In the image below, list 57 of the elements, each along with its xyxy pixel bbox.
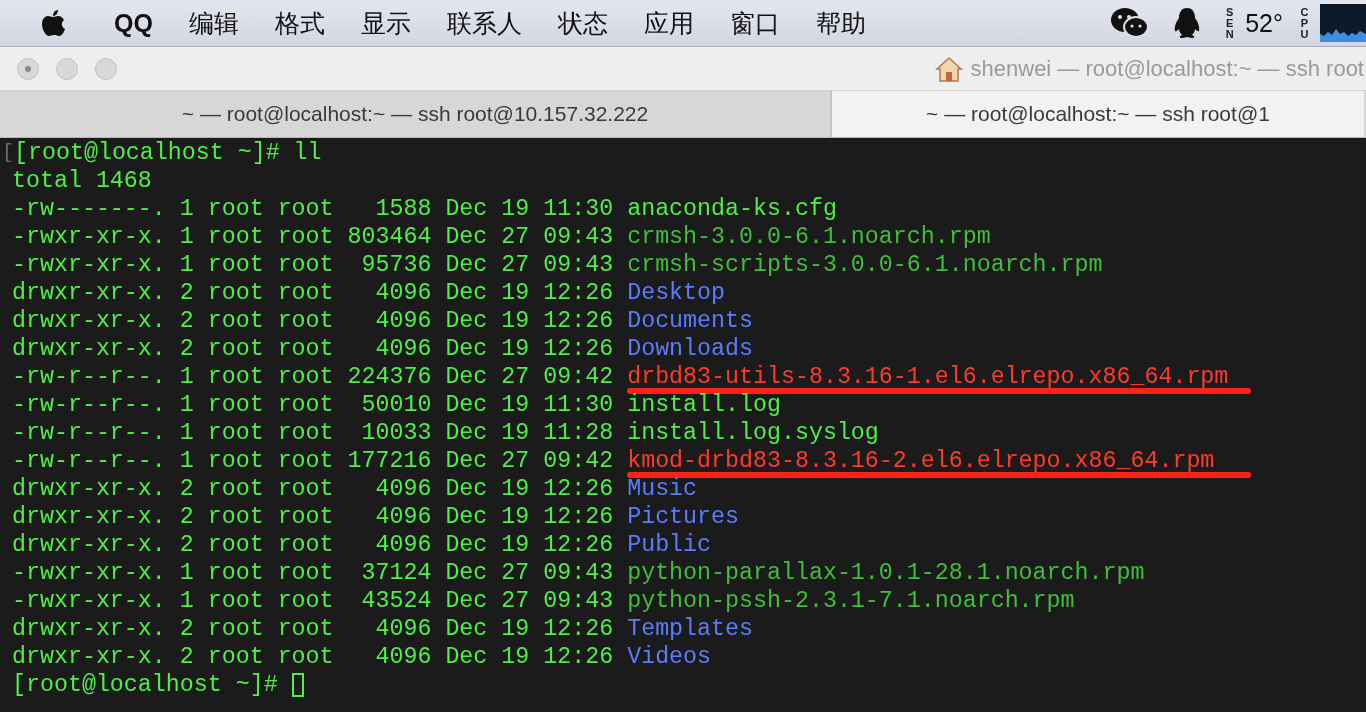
file-name: drbd83-utils-8.3.16-1.el6.elrepo.x86_64.rpm — [627, 363, 1229, 391]
menu-item[interactable]: 显示 — [360, 6, 411, 40]
cursor — [291, 673, 304, 697]
window-title: shenwei — root@localhost:~ — ssh root — [970, 55, 1364, 82]
file-details: drwxr-xr-x. 2 root root 4096 Dec 19 12:26 — [12, 279, 614, 307]
file-details: -rwxr-xr-x. 1 root root 803464 Dec 27 09:43 — [12, 223, 614, 251]
file-details: -rw-r--r--. 1 root root 224376 Dec 27 09:42 — [12, 363, 614, 391]
file-name: Desktop — [627, 279, 726, 307]
file-name: Documents — [627, 307, 753, 335]
cpu-label: CPU — [1299, 6, 1310, 40]
temperature-reading[interactable]: 52° — [1245, 8, 1283, 38]
app-menu[interactable]: QQ — [114, 8, 153, 38]
file-details: drwxr-xr-x. 2 root root 4096 Dec 19 12:26 — [12, 335, 614, 363]
menu-item[interactable]: 格式 — [274, 6, 325, 40]
file-details: -rwxr-xr-x. 1 root root 37124 Dec 27 09:43 — [12, 559, 614, 587]
file-name: Pictures — [627, 503, 739, 531]
file-details: drwxr-xr-x. 2 root root 4096 Dec 19 12:26 — [12, 475, 614, 503]
file-details: drwxr-xr-x. 2 root root 4096 Dec 19 12:26 — [12, 503, 614, 531]
prompt: [root@localhost ~]# — [12, 671, 278, 699]
file-details: -rw-r--r--. 1 root root 50010 Dec 19 11:30 — [12, 391, 614, 419]
file-details: drwxr-xr-x. 2 root root 4096 Dec 19 12:26 — [12, 531, 614, 559]
file-details: -rwxr-xr-x. 1 root root 95736 Dec 27 09:43 — [12, 251, 614, 279]
total-line: total 1468 — [12, 167, 152, 195]
file-name: python-pssh-2.3.1-7.1.noarch.rpm — [627, 587, 1075, 615]
file-name: install.log.syslog — [627, 419, 879, 447]
sensor-label: SEN — [1224, 6, 1235, 40]
close-button[interactable] — [17, 57, 39, 80]
file-details: drwxr-xr-x. 2 root root 4096 Dec 19 12:26 — [12, 615, 614, 643]
file-name: Videos — [627, 643, 712, 671]
file-name: Public — [627, 531, 712, 559]
file-name: Downloads — [627, 335, 753, 363]
file-name: crmsh-3.0.0-6.1.noarch.rpm — [627, 223, 991, 251]
file-name: python-parallax-1.0.1-28.1.noarch.rpm — [627, 559, 1145, 587]
file-details: -rw-------. 1 root root 1588 Dec 19 11:30 — [12, 195, 614, 223]
file-name: Music — [627, 475, 698, 503]
menu-item[interactable]: 窗口 — [729, 6, 780, 40]
home-icon — [934, 55, 963, 82]
file-details: -rwxr-xr-x. 1 root root 43524 Dec 27 09:43 — [12, 587, 614, 615]
file-name: kmod-drbd83-8.3.16-2.el6.elrepo.x86_64.rpm — [627, 447, 1215, 475]
command-line: [root@localhost ~]# ll — [14, 139, 322, 167]
menu-item[interactable]: 状态 — [557, 6, 608, 40]
file-name: install.log — [627, 391, 781, 419]
file-details: -rw-r--r--. 1 root root 10033 Dec 19 11:28 — [12, 419, 614, 447]
file-details: drwxr-xr-x. 2 root root 4096 Dec 19 12:26 — [12, 643, 614, 671]
menu-item[interactable]: 应用 — [643, 6, 694, 40]
menu-item[interactable]: 帮助 — [815, 6, 866, 40]
prompt-marker: [ — [2, 140, 14, 166]
file-details: -rw-r--r--. 1 root root 177216 Dec 27 09:42 — [12, 447, 614, 475]
menu-item[interactable]: 联系人 — [446, 6, 522, 40]
file-name: Templates — [627, 615, 753, 643]
terminal-tab[interactable]: ~ — root@localhost:~ — ssh root@1 — [830, 91, 1364, 137]
menu-item[interactable]: 编辑 — [188, 6, 239, 40]
file-name: anaconda-ks.cfg — [627, 195, 837, 223]
apple-icon[interactable] — [40, 8, 66, 38]
file-details: drwxr-xr-x. 2 root root 4096 Dec 19 12:26 — [12, 307, 614, 335]
cpu-graph-icon[interactable] — [1320, 4, 1366, 42]
file-name: crmsh-scripts-3.0.0-6.1.noarch.rpm — [627, 251, 1103, 279]
